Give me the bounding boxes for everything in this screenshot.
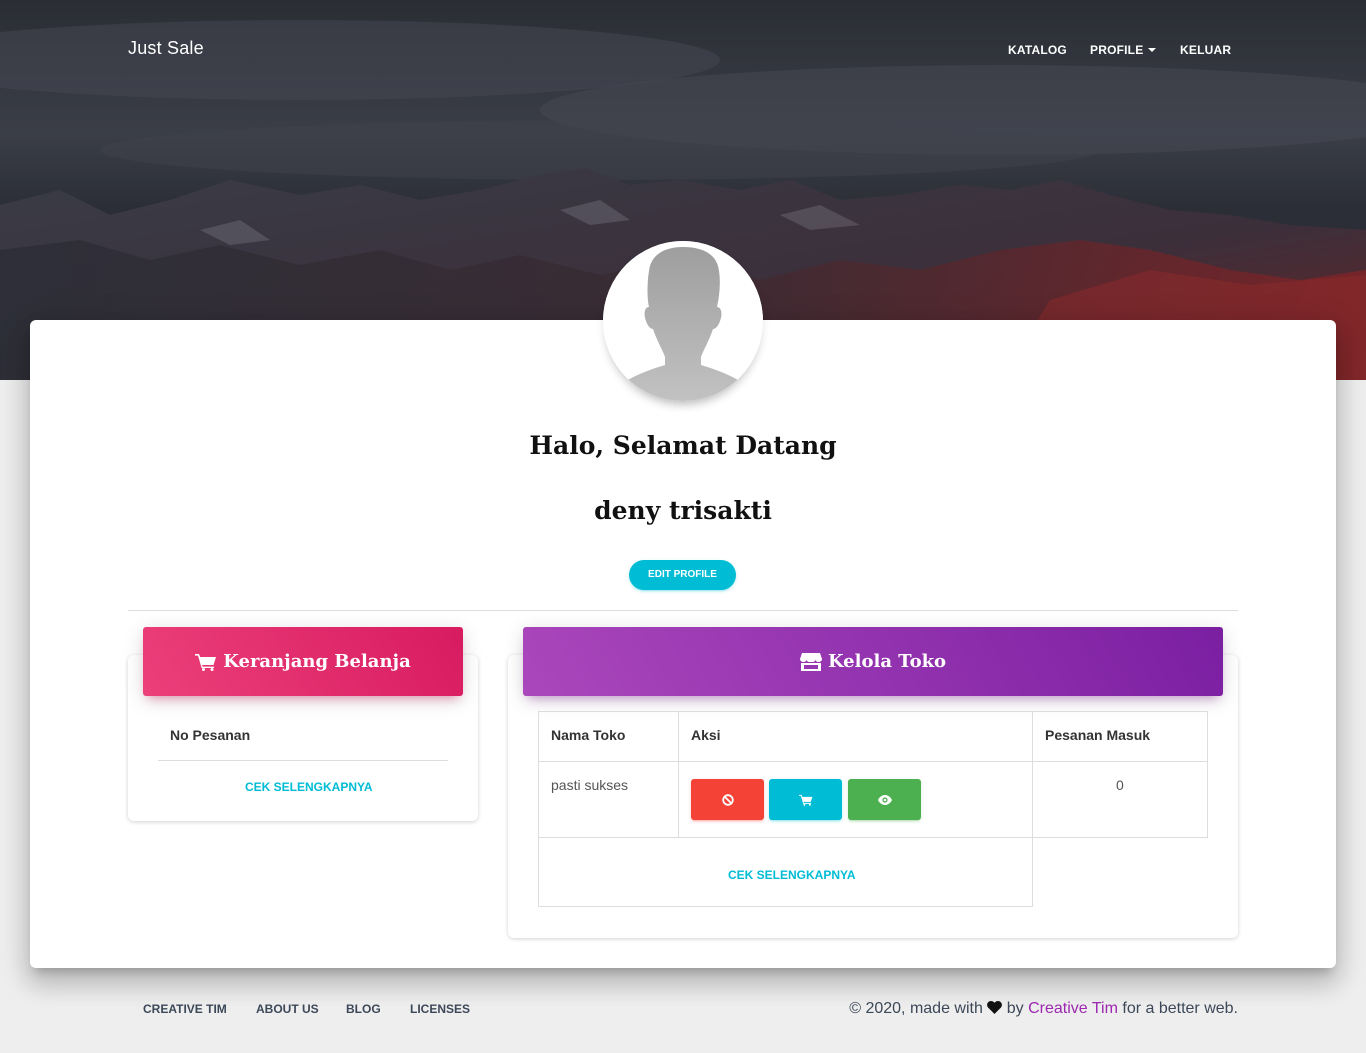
footer-link-about-us[interactable]: ABOUT US — [256, 1002, 319, 1016]
disable-store-button[interactable] — [691, 779, 764, 820]
store-card-title: Kelola Toko — [523, 627, 1223, 696]
footer-link-blog[interactable]: BLOG — [346, 1002, 381, 1016]
table-row-border — [538, 837, 1208, 838]
brand-logo[interactable]: Just Sale — [128, 38, 204, 59]
ban-icon — [721, 793, 734, 806]
store-orders-button[interactable] — [769, 779, 842, 820]
store-name-cell: pasti sukses — [551, 777, 629, 793]
user-name-heading: deny trisakti — [594, 496, 772, 525]
table-header-border — [538, 761, 1208, 762]
eye-icon — [877, 794, 892, 805]
cart-card-title: Keranjang Belanja — [143, 627, 463, 696]
copyright-suffix: for a better web. — [1122, 1000, 1238, 1017]
column-header-aksi: Aksi — [691, 727, 721, 743]
table-border-right — [1207, 711, 1208, 838]
column-header-nama-toko: Nama Toko — [551, 727, 626, 743]
greeting-heading: Halo, Selamat Datang — [529, 431, 837, 460]
copyright-author-link[interactable]: Creative Tim — [1028, 1000, 1118, 1017]
store-icon — [799, 652, 822, 671]
store-card-title-text: Kelola Toko — [827, 651, 947, 672]
nav-profile-label: PROFILE — [1090, 43, 1144, 57]
table-divider — [158, 760, 448, 761]
column-header-pesanan-masuk: Pesanan Masuk — [1045, 727, 1151, 743]
table-border-top — [538, 711, 1208, 712]
cart-more-link[interactable]: CEK SELENGKAPNYA — [245, 780, 373, 794]
table-col-divider — [678, 711, 679, 838]
avatar — [603, 241, 763, 401]
store-more-link[interactable]: CEK SELENGKAPNYA — [728, 868, 856, 882]
column-header-no-pesanan: No Pesanan — [170, 727, 251, 743]
table-col-divider — [1032, 711, 1033, 907]
incoming-orders-cell: 0 — [1116, 777, 1124, 793]
footer-link-licenses[interactable]: LICENSES — [410, 1002, 470, 1016]
store-card-header: Kelola Toko — [523, 627, 1223, 696]
table-border-left — [538, 711, 539, 907]
section-divider — [128, 610, 1238, 611]
footer-link-creative-tim[interactable]: CREATIVE TIM — [143, 1002, 227, 1016]
cart-card-title-text: Keranjang Belanja — [223, 651, 411, 672]
table-footer-border — [538, 906, 1033, 907]
caret-down-icon — [1148, 47, 1157, 52]
view-store-button[interactable] — [848, 779, 921, 820]
cart-card-header: Keranjang Belanja — [143, 627, 463, 696]
nav-keluar[interactable]: KELUAR — [1180, 43, 1231, 57]
nav-katalog[interactable]: KATALOG — [1008, 43, 1067, 57]
edit-profile-button[interactable]: EDIT PROFILE — [629, 560, 736, 590]
heart-icon — [987, 1001, 1003, 1014]
shopping-cart-icon — [798, 794, 812, 806]
copyright-by: by — [1006, 1000, 1024, 1017]
nav-profile-dropdown[interactable]: PROFILE — [1090, 43, 1157, 57]
copyright-prefix: © 2020, made with — [849, 1000, 983, 1017]
shopping-cart-icon — [195, 653, 217, 671]
copyright-text: © 2020, made with by Creative Tim for a … — [849, 1000, 1238, 1018]
user-silhouette-icon — [603, 241, 763, 401]
navbar: Just Sale KATALOG PROFILE KELUAR — [0, 0, 1366, 100]
